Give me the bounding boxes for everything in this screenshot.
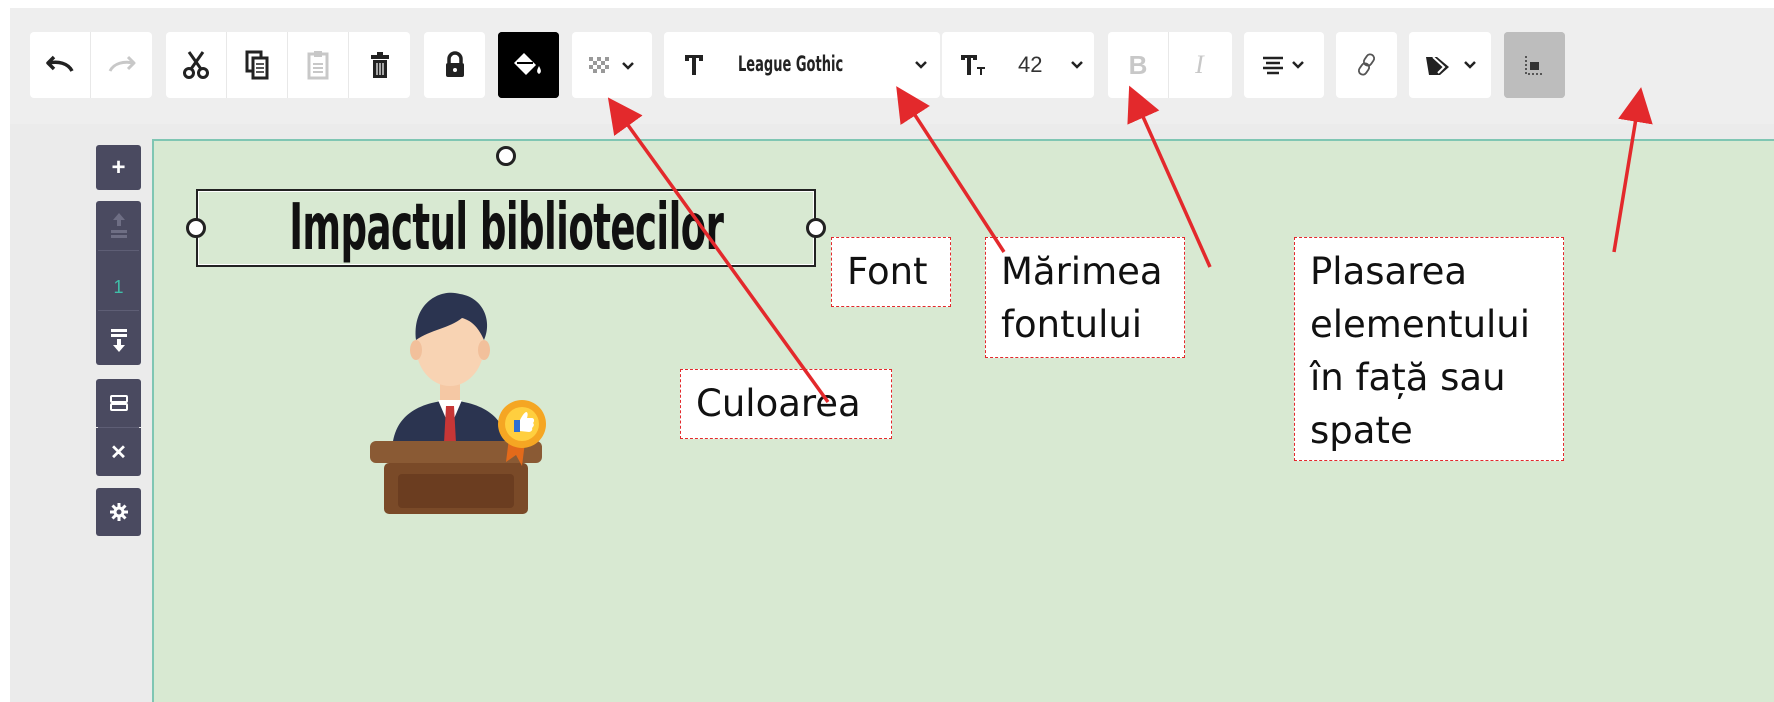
add-label: + [111, 153, 126, 181]
annotation-placement: Plasarea elementului în față sau spate [1294, 237, 1564, 461]
download-icon [110, 328, 127, 352]
redo-icon [108, 55, 135, 72]
font-size-value: 42 [1018, 52, 1043, 77]
bold-button[interactable]: B [1108, 32, 1169, 98]
font-family-value: League Gothic [738, 52, 844, 76]
undo-button[interactable] [30, 32, 91, 98]
undo-icon [46, 55, 74, 72]
annotation-font-text: Font [847, 250, 928, 293]
divider [98, 250, 139, 251]
page-number-label: 1 [113, 276, 124, 297]
transparency-icon [589, 57, 634, 73]
annotation-line: elementului [1310, 303, 1531, 346]
resize-handle-right[interactable] [806, 218, 826, 238]
divider [98, 310, 139, 311]
align-group [1244, 32, 1324, 98]
align-icon [1263, 56, 1304, 75]
link-group [1336, 32, 1397, 98]
align-dropdown[interactable] [1244, 32, 1324, 98]
position-group [1504, 32, 1565, 98]
toolbar: League Gothic 42 B I [10, 8, 1774, 124]
history-group [30, 32, 152, 98]
title-text-element[interactable]: Impactul bibliotecilor [196, 189, 816, 267]
italic-button[interactable]: I [1169, 32, 1230, 98]
annotation-line: fontului [1001, 303, 1143, 346]
paste-button[interactable] [288, 32, 349, 98]
annotation-color: Culoarea [680, 369, 892, 439]
gear-icon [109, 503, 128, 521]
cut-button[interactable] [166, 32, 227, 98]
rotate-handle[interactable] [496, 146, 516, 166]
editor-app: League Gothic 42 B I + 1 ✕ Impactul bibl… [10, 8, 1774, 702]
speaker-at-podium-icon[interactable] [360, 278, 550, 514]
link-button[interactable] [1336, 32, 1397, 98]
link-icon [1357, 53, 1375, 76]
annotation-line: spate [1310, 409, 1413, 452]
bold-label: B [1128, 49, 1148, 80]
layer-order-dropdown[interactable] [1409, 32, 1491, 98]
text-style-group: B I [1108, 32, 1232, 98]
annotation-font: Font [831, 237, 951, 307]
annotation-color-text: Culoarea [696, 382, 861, 425]
lock-button[interactable] [424, 32, 485, 98]
fill-color-group [498, 32, 559, 98]
transparency-group [572, 32, 652, 98]
font-size-dropdown[interactable]: 42 [942, 32, 1094, 98]
annotation-line: în față sau [1310, 356, 1506, 399]
font-size-icon [961, 55, 985, 75]
annotation-line: Plasarea [1310, 250, 1468, 293]
edit-group [166, 32, 410, 98]
page-number: 1 [96, 263, 141, 311]
close-icon: ✕ [110, 441, 127, 464]
font-family-group: League Gothic [664, 32, 940, 98]
move-page-up-button[interactable] [96, 201, 141, 249]
chevron-down-icon [915, 61, 927, 69]
layers-icon [109, 395, 128, 411]
layer-order-group [1409, 32, 1491, 98]
text-icon [685, 55, 703, 75]
copy-button[interactable] [227, 32, 288, 98]
cut-icon [183, 51, 209, 79]
page-settings-button[interactable] [96, 488, 141, 536]
italic-label: I [1195, 50, 1204, 79]
resize-handle-left[interactable] [186, 218, 206, 238]
delete-icon [370, 52, 389, 78]
annotation-line: Mărimea [1001, 250, 1163, 293]
lock-icon [445, 51, 464, 77]
transparency-dropdown[interactable] [572, 32, 652, 98]
annotation-font-size: Mărimea fontului [985, 237, 1185, 358]
fill-color-icon [513, 53, 541, 75]
lock-group [424, 32, 485, 98]
font-size-group: 42 [942, 32, 1094, 98]
move-page-down-button[interactable] [96, 318, 141, 363]
duplicate-page-button[interactable] [96, 379, 141, 427]
chevron-down-icon [1071, 61, 1083, 69]
font-family-dropdown[interactable]: League Gothic [664, 32, 940, 98]
add-page-button[interactable]: + [96, 145, 141, 190]
layer-order-icon [1426, 56, 1476, 75]
redo-button[interactable] [91, 32, 152, 98]
paste-icon [307, 51, 329, 80]
position-icon [1524, 56, 1544, 75]
copy-icon [245, 50, 269, 80]
title-text: Impactul bibliotecilor [288, 191, 724, 265]
fill-color-button[interactable] [498, 32, 559, 98]
delete-button[interactable] [349, 32, 410, 98]
position-button[interactable] [1504, 32, 1565, 98]
upload-icon [110, 213, 127, 238]
delete-page-button[interactable]: ✕ [96, 428, 141, 476]
